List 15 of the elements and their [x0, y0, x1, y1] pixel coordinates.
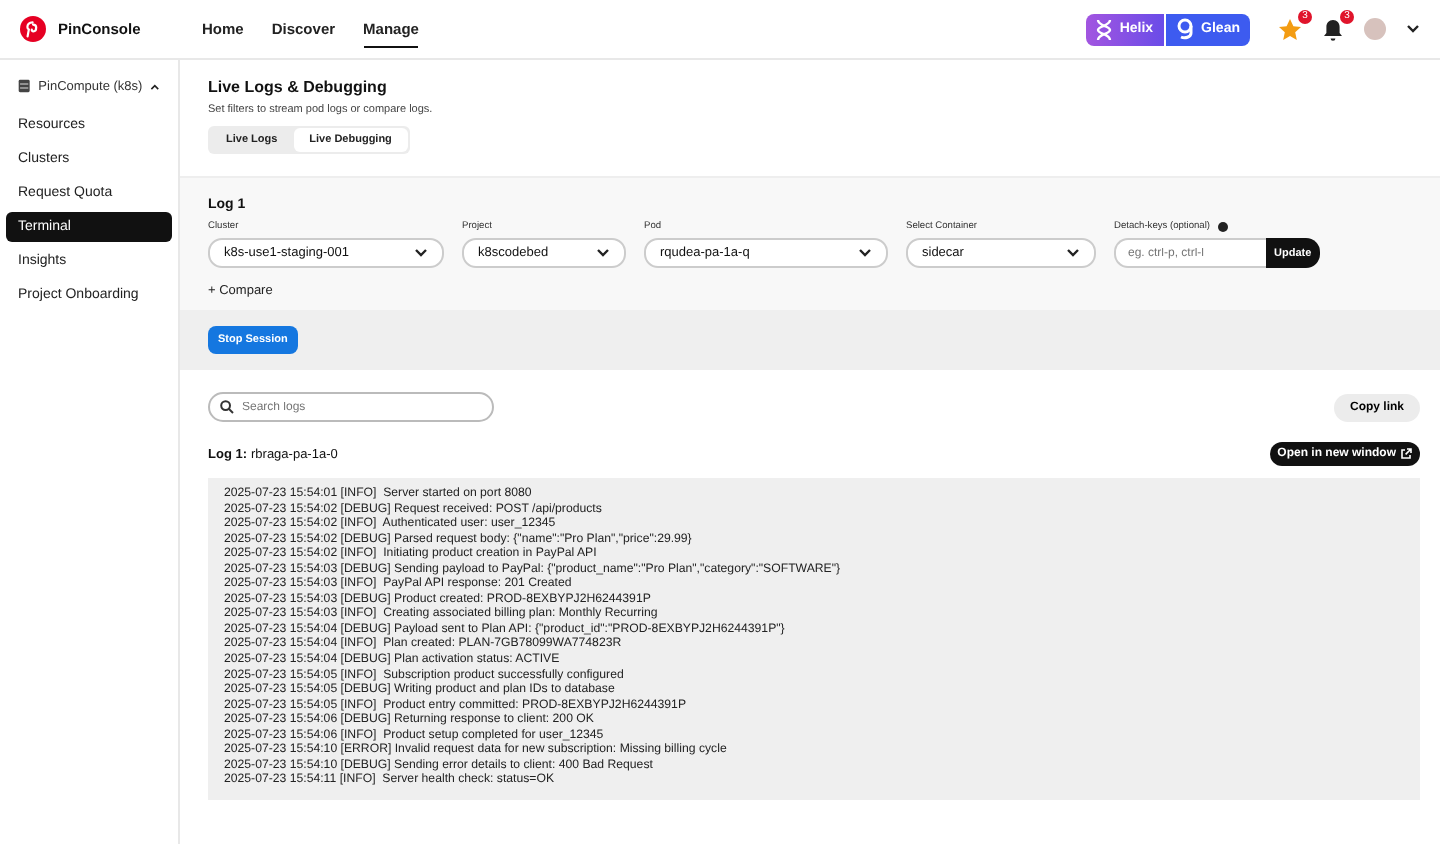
chevron-down-icon: [596, 248, 610, 258]
chevron-down-icon: [858, 248, 872, 258]
chevron-down-icon: [1066, 248, 1080, 258]
search-icon: [220, 400, 234, 414]
chevron-down-icon: [414, 248, 428, 258]
bell-icon[interactable]: [1322, 17, 1344, 41]
chevron-down-icon[interactable]: [1406, 24, 1420, 34]
logo-icon: [20, 16, 46, 42]
server-icon: [18, 76, 31, 96]
external-link-icon: [1400, 448, 1412, 460]
star-icon[interactable]: [1278, 17, 1302, 41]
glean-icon: [1175, 18, 1194, 40]
page-title: Live Logs & Debugging: [208, 78, 389, 96]
helix-icon: [1095, 19, 1112, 39]
info-icon[interactable]: [1218, 222, 1228, 232]
